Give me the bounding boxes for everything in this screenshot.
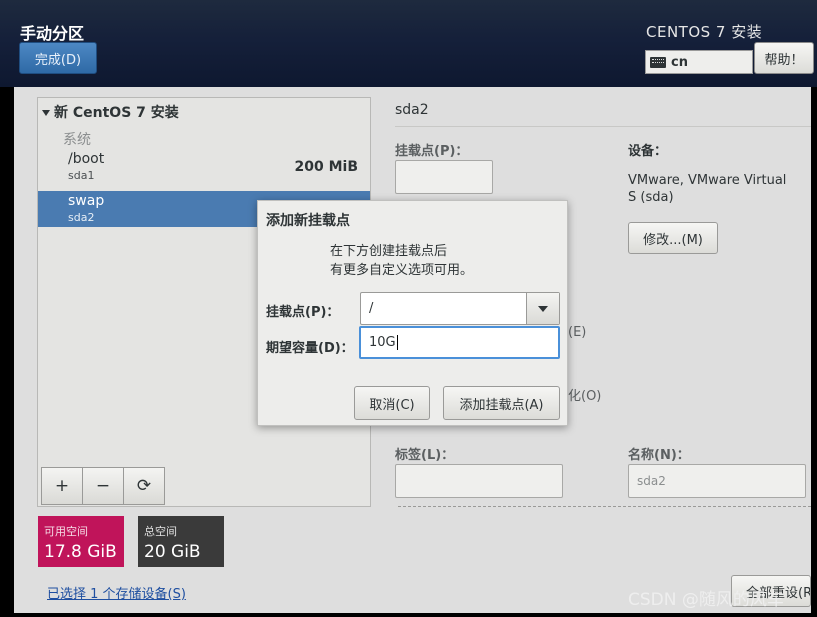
partition-toolbar: + − ⟳ <box>41 467 165 505</box>
dialog-title: 添加新挂载点 <box>266 213 350 229</box>
system-group-label: 系统 <box>63 132 91 148</box>
total-space-label: 总空间 <box>144 525 177 538</box>
text-cursor <box>396 335 398 350</box>
device-label: 设备： <box>628 144 668 159</box>
available-space-label: 可用空间 <box>44 525 88 538</box>
done-button[interactable]: 完成(D) <box>19 42 97 74</box>
expander-icon <box>42 110 50 116</box>
watermark-text: CSDN @随风的风车 <box>628 590 784 610</box>
product-title: CENTOS 7 安装 <box>646 23 763 41</box>
cancel-button[interactable]: 取消(C) <box>354 386 430 420</box>
help-button[interactable]: 帮助！ <box>754 42 814 74</box>
modify-device-button[interactable]: 修改...(M) <box>628 222 718 254</box>
total-space-box: 总空间 20 GiB <box>138 516 224 567</box>
selected-partition-title: sda2 <box>395 102 429 118</box>
tag-label: 标签(L)： <box>395 448 455 463</box>
add-mount-point-button[interactable]: 添加挂载点(A) <box>443 386 560 420</box>
dialog-message: 在下方创建挂载点后 有更多自定义选项可用。 <box>330 242 473 280</box>
encrypt-checkbox-label[interactable]: (E) <box>568 325 586 340</box>
keyboard-layout-indicator[interactable]: cn <box>645 50 753 74</box>
chevron-down-icon <box>538 305 548 312</box>
partition-name: /boot <box>68 151 105 167</box>
partition-size: 200 MiB <box>294 159 359 175</box>
dialog-mount-point-label: 挂载点(P)： <box>266 305 340 320</box>
name-input[interactable]: sda2 <box>628 464 806 498</box>
reformat-checkbox-label[interactable]: 化(O) <box>568 385 601 404</box>
mount-point-combo-input[interactable]: / <box>361 293 526 324</box>
partition-device: sda2 <box>68 211 95 224</box>
install-tree-title: 新 CentOS 7 安装 <box>54 105 179 121</box>
install-tree-header[interactable]: 新 CentOS 7 安装 <box>42 102 179 122</box>
dialog-message-line: 在下方创建挂载点后 <box>330 244 448 259</box>
keyboard-icon <box>650 56 666 68</box>
dialog-message-line: 有更多自定义选项可用。 <box>330 263 474 278</box>
add-mount-point-dialog: 添加新挂载点 在下方创建挂载点后 有更多自定义选项可用。 挂载点(P)： / 期… <box>257 200 568 426</box>
selected-storage-link[interactable]: 已选择 1 个存储设备(S) <box>47 583 186 602</box>
partition-name: swap <box>68 193 105 209</box>
refresh-icon[interactable]: ⟳ <box>123 467 165 505</box>
available-space-value: 17.8 GiB <box>44 542 117 562</box>
keyboard-layout-label: cn <box>671 54 688 70</box>
desired-capacity-value: 10G <box>369 335 396 350</box>
mount-point-combobox[interactable]: / <box>360 292 560 325</box>
desired-capacity-label: 期望容量(D)： <box>266 341 354 356</box>
total-space-value: 20 GiB <box>144 542 201 562</box>
desired-capacity-input[interactable]: 10G <box>359 326 560 359</box>
name-label: 名称(N)： <box>628 448 690 463</box>
tag-input[interactable] <box>395 464 563 498</box>
mount-point-label: 挂载点(P)： <box>395 144 469 159</box>
partition-row-boot[interactable]: /boot sda1 200 MiB <box>38 149 370 185</box>
page-title: 手动分区 <box>20 24 85 43</box>
mount-point-input[interactable] <box>395 160 493 194</box>
remove-partition-button[interactable]: − <box>82 467 124 505</box>
top-bar: 手动分区 完成(D) CENTOS 7 安装 cn 帮助！ <box>0 0 817 87</box>
dashed-divider <box>398 506 811 507</box>
available-space-box: 可用空间 17.8 GiB <box>38 516 124 567</box>
device-value: VMware, VMware Virtual S (sda) <box>628 173 787 205</box>
divider <box>395 126 811 127</box>
combo-dropdown-button[interactable] <box>526 293 559 324</box>
add-partition-button[interactable]: + <box>41 467 83 505</box>
partition-device: sda1 <box>68 169 95 182</box>
